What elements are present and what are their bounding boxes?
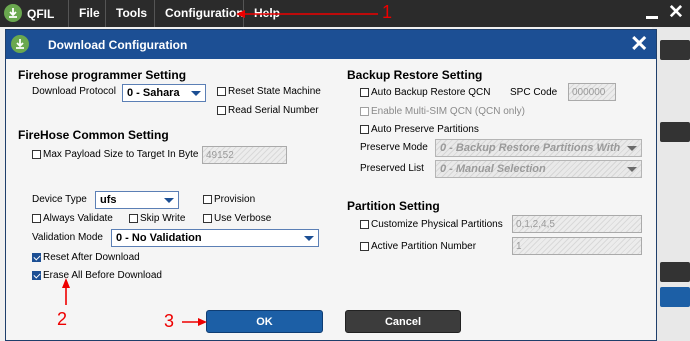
provision-checkbox[interactable] <box>203 195 212 204</box>
menu-help[interactable]: Help <box>243 0 290 27</box>
customize-physical-partitions-label: Customize Physical Partitions <box>371 219 503 230</box>
menu-file[interactable]: File <box>68 0 110 27</box>
max-payload-checkbox[interactable] <box>32 150 41 159</box>
minimize-icon[interactable] <box>645 5 659 21</box>
download-protocol-label: Download Protocol <box>32 86 116 97</box>
close-icon[interactable]: ✕ <box>668 2 684 24</box>
firehose-programmer-heading: Firehose programmer Setting <box>18 68 187 82</box>
erase-all-before-download-label: Erase All Before Download <box>43 270 162 281</box>
use-verbose-checkbox[interactable] <box>203 214 212 223</box>
annotation-step-2: 2 <box>57 309 68 329</box>
chevron-down-icon <box>627 146 637 151</box>
download-protocol-select[interactable]: 0 - Sahara <box>122 84 206 102</box>
partition-setting-heading: Partition Setting <box>347 199 440 213</box>
reset-state-machine-checkbox[interactable] <box>217 87 226 96</box>
chevron-down-icon <box>627 167 637 172</box>
ok-button[interactable]: OK <box>206 310 323 333</box>
device-type-select[interactable]: ufs <box>95 191 179 209</box>
active-partition-number-checkbox[interactable] <box>360 242 369 251</box>
use-verbose-label: Use Verbose <box>214 213 272 224</box>
device-type-label: Device Type <box>32 194 87 205</box>
validation-mode-label: Validation Mode <box>32 232 103 243</box>
spc-code-label: SPC Code <box>510 87 558 98</box>
annotation-step-3: 3 <box>164 311 175 331</box>
skip-write-checkbox[interactable] <box>129 214 138 223</box>
preserve-mode-select[interactable]: 0 - Backup Restore Partitions With <box>435 139 642 157</box>
read-serial-number-label: Read Serial Number <box>228 105 319 116</box>
customize-physical-partitions-checkbox[interactable] <box>360 220 369 229</box>
preserved-list-select[interactable]: 0 - Manual Selection <box>435 160 642 178</box>
preserved-list-value: 0 - Manual Selection <box>440 163 546 175</box>
provision-label: Provision <box>214 194 256 205</box>
chevron-down-icon <box>164 198 174 203</box>
spc-code-input[interactable]: 000000 <box>568 83 616 101</box>
menu-tools[interactable]: Tools <box>105 0 157 27</box>
auto-backup-restore-qcn-checkbox[interactable] <box>360 88 369 97</box>
firehose-common-heading: FireHose Common Setting <box>18 128 169 142</box>
download-icon <box>11 35 29 53</box>
cancel-button[interactable]: Cancel <box>345 310 461 333</box>
main-title-bar: QFIL File Tools Configuration Help ✕ <box>0 0 690 27</box>
download-protocol-value: 0 - Sahara <box>127 87 180 99</box>
backup-restore-heading: Backup Restore Setting <box>347 68 483 82</box>
active-partition-number-label: Active Partition Number <box>371 241 477 252</box>
validation-mode-select[interactable]: 0 - No Validation <box>111 229 319 247</box>
auto-preserve-partitions-checkbox[interactable] <box>360 125 369 134</box>
reset-state-machine-label: Reset State Machine <box>228 86 321 97</box>
preserve-mode-value: 0 - Backup Restore Partitions With <box>440 142 621 154</box>
skip-write-label: Skip Write <box>140 213 186 224</box>
chevron-down-icon <box>191 91 201 96</box>
max-payload-label: Max Payload Size to Target In Byte <box>43 149 199 160</box>
auto-preserve-partitions-label: Auto Preserve Partitions <box>371 124 479 135</box>
validation-mode-value: 0 - No Validation <box>116 232 202 244</box>
dialog-title-bar: Download Configuration ✕ <box>6 30 656 59</box>
dialog-title: Download Configuration <box>48 38 188 52</box>
always-validate-label: Always Validate <box>43 213 113 224</box>
qfil-logo-icon <box>4 4 22 22</box>
device-type-value: ufs <box>100 194 117 206</box>
background-button <box>660 122 690 142</box>
menu-configuration[interactable]: Configuration <box>154 0 254 27</box>
background-button <box>660 40 690 60</box>
enable-multi-sim-qcn-checkbox[interactable] <box>360 107 369 116</box>
max-payload-input[interactable]: 49152 <box>202 146 287 164</box>
active-partition-number-input[interactable]: 1 <box>512 237 642 255</box>
enable-multi-sim-qcn-label: Enable Multi-SIM QCN (QCN only) <box>371 106 525 117</box>
reset-after-download-checkbox[interactable] <box>32 253 41 262</box>
preserved-list-label: Preserved List <box>360 163 424 174</box>
download-configuration-dialog: Download Configuration ✕ Firehose progra… <box>5 29 657 341</box>
preserve-mode-label: Preserve Mode <box>360 142 428 153</box>
always-validate-checkbox[interactable] <box>32 214 41 223</box>
auto-backup-restore-qcn-label: Auto Backup Restore QCN <box>371 87 491 98</box>
read-serial-number-checkbox[interactable] <box>217 106 226 115</box>
background-button <box>660 287 690 307</box>
erase-all-before-download-checkbox[interactable] <box>32 271 41 280</box>
app-title: QFIL <box>27 7 55 21</box>
chevron-down-icon <box>304 236 314 241</box>
annotation-step-1: 1 <box>382 2 393 22</box>
reset-after-download-label: Reset After Download <box>43 252 140 263</box>
physical-partitions-input[interactable]: 0,1,2,4,5 <box>512 215 642 233</box>
background-button <box>660 262 690 282</box>
dialog-close-icon[interactable]: ✕ <box>630 33 648 55</box>
